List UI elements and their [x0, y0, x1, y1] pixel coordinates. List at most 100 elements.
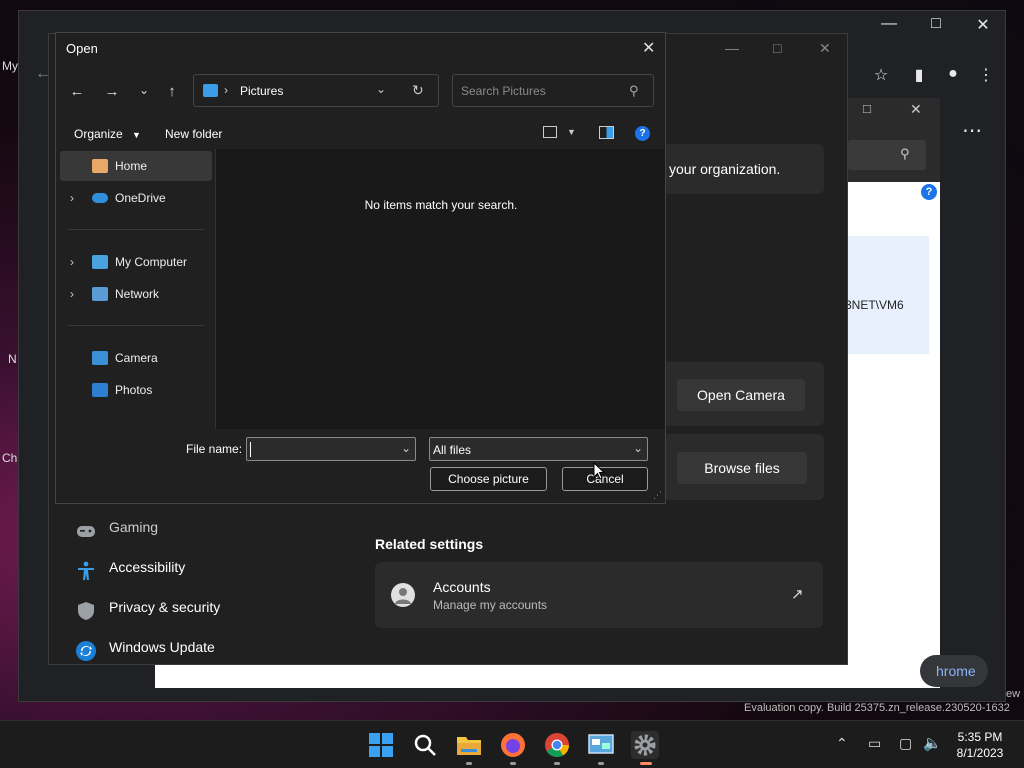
minimize-icon[interactable]: —: [877, 15, 901, 33]
chrome-icon[interactable]: [543, 731, 571, 759]
search-box[interactable]: ⚲: [452, 74, 654, 107]
show-hidden-icons-icon[interactable]: ⌃: [836, 735, 848, 752]
apps-grid-icon[interactable]: ⋯: [960, 118, 984, 143]
up-icon[interactable]: ↑: [161, 83, 183, 100]
mouse-cursor: [593, 461, 606, 485]
taskbar-indicator: [466, 762, 472, 765]
search-input[interactable]: [461, 84, 621, 98]
nav-home-label: Home: [115, 159, 148, 173]
back-icon[interactable]: ←: [66, 83, 88, 100]
onedrive-icon: [92, 193, 108, 203]
menu-dots-icon[interactable]: ⋮: [974, 65, 998, 85]
accounts-link-card[interactable]: Accounts Manage my accounts ↗: [375, 562, 823, 628]
dialog-title: Open: [66, 41, 98, 56]
webpage-help-icon[interactable]: ?: [921, 184, 937, 200]
organize-button[interactable]: Organize ▼: [74, 127, 141, 141]
settings-minimize-icon[interactable]: —: [725, 40, 739, 56]
accounts-avatar-icon: [391, 583, 415, 607]
firefox-icon[interactable]: [499, 731, 527, 759]
nav-onedrive[interactable]: › OneDrive: [60, 183, 212, 213]
open-camera-button[interactable]: Open Camera: [677, 379, 805, 411]
refresh-icon[interactable]: ↻: [412, 82, 424, 99]
control-panel-icon[interactable]: [587, 731, 615, 759]
nav-item-gaming[interactable]: Gaming: [75, 507, 158, 547]
nav-item-label: Accessibility: [109, 559, 186, 575]
file-list-area[interactable]: No items match your search.: [217, 149, 665, 429]
star-icon[interactable]: ☆: [869, 65, 893, 85]
nav-photos[interactable]: Photos: [60, 375, 212, 405]
evaluation-watermark: Evaluation copy. Build 25375.zn_release.…: [744, 702, 1010, 714]
browse-files-button[interactable]: Browse files: [677, 452, 807, 484]
webpage-maximize-icon[interactable]: □: [863, 101, 871, 116]
webpage-search-box[interactable]: ⚲: [848, 140, 926, 170]
clock-date: 8/1/2023: [956, 746, 1004, 760]
volume-icon[interactable]: 🔈: [923, 734, 942, 752]
settings-info-text: your organization.: [669, 161, 781, 177]
settings-icon[interactable]: [631, 731, 659, 759]
nav-item-accessibility[interactable]: Accessibility: [75, 547, 185, 587]
settings-close-icon[interactable]: ✕: [819, 40, 831, 57]
file-type-select[interactable]: All files ⌄: [429, 437, 648, 461]
nav-separator: [68, 229, 204, 230]
navigation-pane: Home › OneDrive › My Computer › Network …: [56, 149, 216, 429]
pictures-folder-icon: [203, 84, 218, 97]
clock-time: 5:35 PM: [957, 730, 1003, 744]
search-icon: ⚲: [629, 83, 639, 98]
home-icon: [92, 159, 108, 173]
sidebar-icon[interactable]: ▮: [907, 65, 931, 85]
forward-icon[interactable]: →: [101, 83, 123, 100]
recent-locations-icon[interactable]: ⌄: [133, 83, 155, 97]
desktop-edge-text-1: My: [2, 59, 18, 73]
preview-pane-icon[interactable]: [599, 126, 614, 139]
view-options-chevron-icon[interactable]: ▼: [567, 127, 576, 137]
address-folder[interactable]: Pictures: [240, 84, 283, 98]
profile-icon[interactable]: ●: [941, 65, 965, 83]
expand-chevron-icon[interactable]: ›: [70, 183, 74, 213]
new-folder-button[interactable]: New folder: [165, 127, 222, 141]
nav-photos-label: Photos: [115, 383, 153, 397]
nav-item-privacy[interactable]: Privacy & security: [75, 587, 220, 627]
cancel-button[interactable]: Cancel: [562, 467, 648, 491]
resize-grip-icon[interactable]: ⋰: [653, 490, 662, 501]
view-options-icon[interactable]: [543, 126, 557, 138]
nav-my-computer[interactable]: › My Computer: [60, 247, 212, 277]
expand-chevron-icon[interactable]: ›: [70, 279, 74, 309]
desktop-edge-text-2: N: [8, 352, 17, 366]
camera-card: Open Camera: [649, 362, 824, 426]
webpage-close-icon[interactable]: ✕: [910, 101, 922, 118]
dialog-close-icon[interactable]: ✕: [642, 38, 655, 58]
desktop-edge-text-3: Ch: [2, 451, 18, 465]
maximize-icon[interactable]: □: [924, 15, 948, 33]
nav-camera[interactable]: Camera: [60, 343, 212, 373]
close-icon[interactable]: ✕: [971, 15, 995, 35]
clock[interactable]: 5:35 PM 8/1/2023: [950, 729, 1010, 761]
nav-network[interactable]: › Network: [60, 279, 212, 309]
file-explorer-icon[interactable]: [455, 731, 483, 759]
search-icon[interactable]: [411, 731, 439, 759]
address-bar[interactable]: › Pictures ⌄ ↻: [193, 74, 439, 107]
settings-info-card: your organization.: [649, 144, 824, 194]
watermark-tail: ew: [1006, 688, 1021, 700]
nav-item-label: Windows Update: [109, 639, 215, 655]
display-icon[interactable]: ▢: [899, 735, 912, 752]
start-icon[interactable]: [367, 731, 395, 759]
nav-home[interactable]: Home: [60, 151, 212, 181]
nav-network-label: Network: [115, 287, 160, 301]
file-name-field[interactable]: ⌄: [246, 437, 416, 461]
nav-item-windows-update[interactable]: Windows Update: [75, 627, 215, 667]
network-status-icon[interactable]: ▭: [868, 735, 881, 752]
settings-maximize-icon[interactable]: □: [773, 40, 781, 56]
expand-chevron-icon[interactable]: ›: [70, 247, 74, 277]
nav-item-label: Privacy & security: [109, 599, 221, 615]
webpage-bottom-pill[interactable]: hrome: [920, 655, 988, 687]
address-dropdown-icon[interactable]: ⌄: [376, 82, 386, 96]
help-icon[interactable]: ?: [635, 126, 650, 141]
choose-picture-button[interactable]: Choose picture: [430, 467, 547, 491]
file-name-label: File name:: [186, 442, 243, 456]
camera-folder-icon: [92, 351, 108, 365]
photos-folder-icon: [92, 383, 108, 397]
file-type-value: All files: [433, 443, 472, 457]
open-dialog: Open ✕ ← → ⌄ ↑ › Pictures ⌄ ↻ ⚲ Organize…: [55, 32, 666, 504]
file-name-dropdown-icon[interactable]: ⌄: [401, 441, 411, 455]
taskbar-indicator: [598, 762, 604, 765]
